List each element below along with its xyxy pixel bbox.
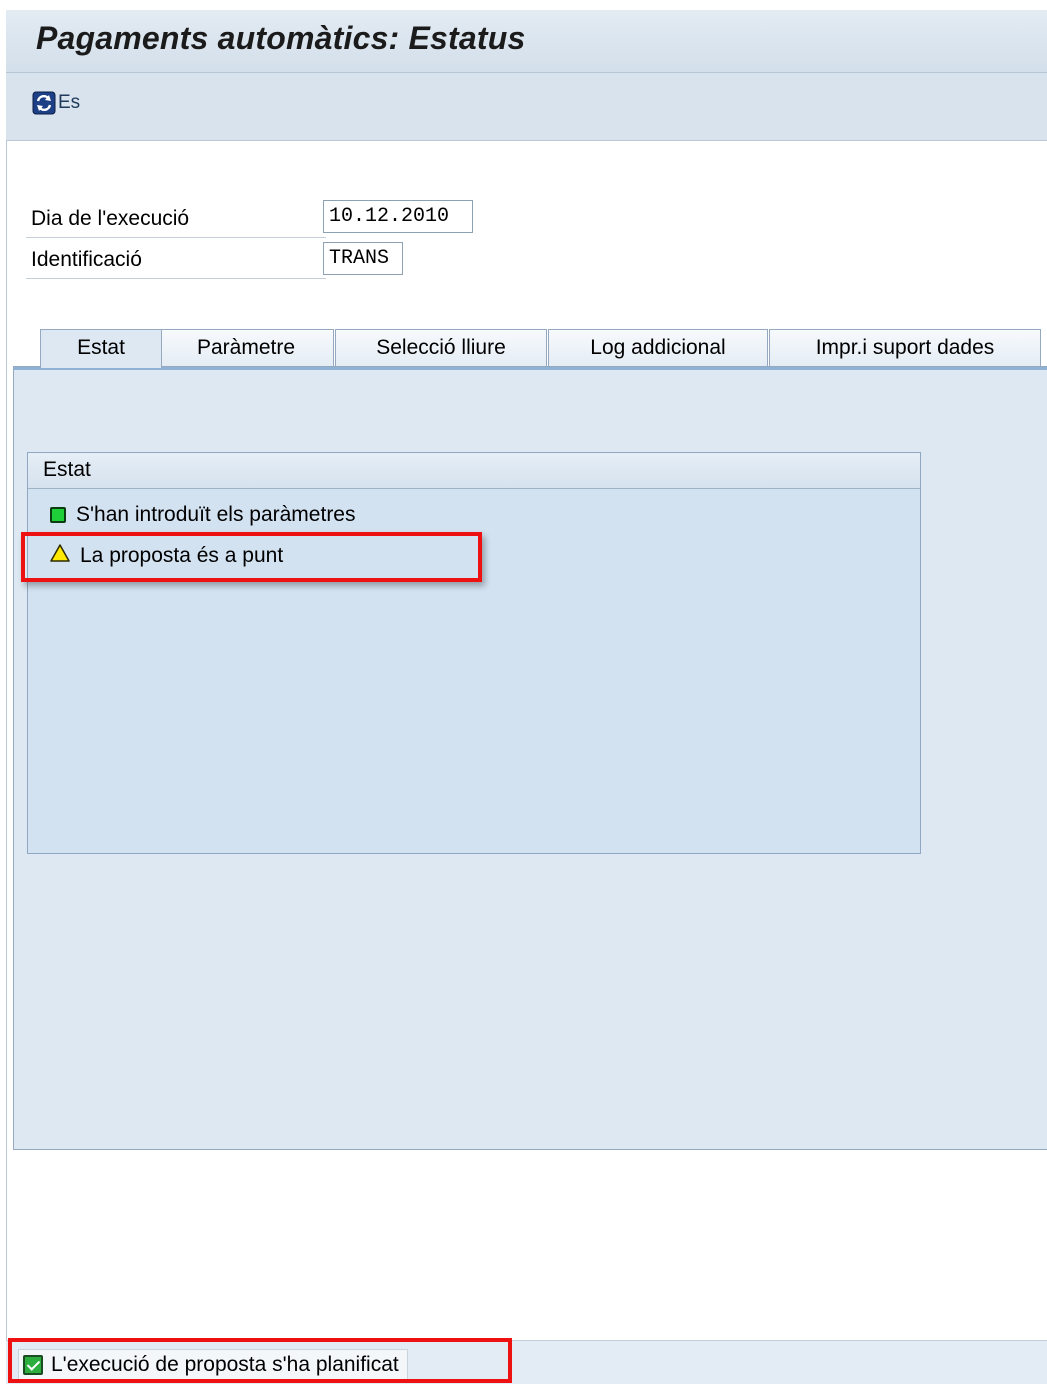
- refresh-button-label: Es: [58, 92, 81, 113]
- tab-label: Paràmetre: [196, 336, 296, 359]
- identification-label: Identificació: [31, 248, 142, 271]
- run-date-row: Dia de l'execució: [26, 197, 326, 238]
- status-group-box: Estat S'han introduït els paràmetres La …: [27, 452, 921, 854]
- tab-estat[interactable]: Estat: [40, 329, 162, 368]
- tab-label: Log addicional: [590, 336, 726, 359]
- identification-field[interactable]: TRANS: [323, 242, 403, 275]
- highlight-box-proposal: [21, 532, 482, 582]
- page-title: Pagaments automàtics: Estatus: [36, 20, 526, 56]
- tab-label: Estat: [77, 336, 125, 359]
- status-line-text: S'han introduït els paràmetres: [76, 503, 356, 526]
- tab-parametre[interactable]: Paràmetre: [158, 329, 334, 367]
- run-date-label: Dia de l'execució: [31, 207, 190, 230]
- refresh-button[interactable]: Es: [32, 91, 80, 115]
- application-toolbar: Es: [6, 73, 1047, 141]
- green-square-icon: [50, 507, 66, 523]
- tab-log-addicional[interactable]: Log addicional: [548, 329, 768, 367]
- status-line-parameters: S'han introduït els paràmetres: [50, 503, 356, 527]
- title-bar: Pagaments automàtics: Estatus: [6, 10, 1047, 73]
- status-group-title: Estat: [28, 453, 920, 489]
- tab-impr-suport-dades[interactable]: Impr.i suport dades: [769, 329, 1041, 367]
- tab-seleccio-lliure[interactable]: Selecció lliure: [335, 329, 547, 367]
- highlight-box-status-message: [8, 1338, 512, 1383]
- run-date-field[interactable]: 10.12.2010: [323, 200, 473, 233]
- refresh-icon: [32, 91, 56, 115]
- tab-label: Impr.i suport dades: [815, 336, 995, 359]
- panel-accent-line: [14, 367, 1047, 370]
- tab-label: Selecció lliure: [376, 336, 506, 359]
- identification-row: Identificació: [26, 238, 326, 279]
